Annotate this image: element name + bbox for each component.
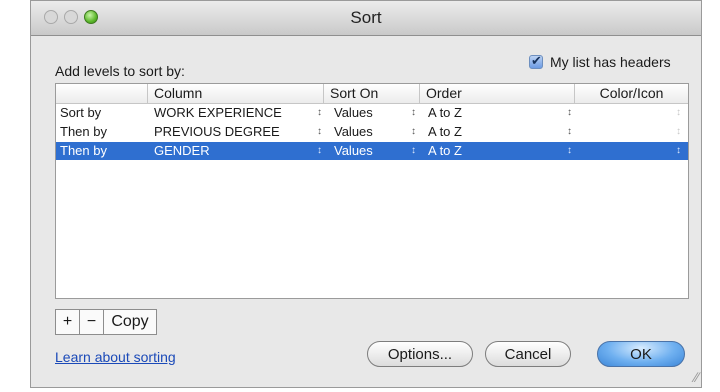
header-order: Order — [420, 84, 575, 103]
level-buttons: + − Copy — [55, 309, 157, 335]
sort-on-select[interactable]: Values — [334, 142, 373, 160]
headers-checkbox-label: My list has headers — [550, 54, 671, 70]
column-select[interactable]: WORK EXPERIENCE — [154, 104, 282, 122]
color-stepper-icon[interactable]: ↕ — [676, 123, 681, 141]
color-stepper-icon[interactable]: ↕ — [676, 142, 681, 160]
ok-button[interactable]: OK — [597, 341, 685, 367]
table-header: Column Sort On Order Color/Icon — [56, 84, 688, 104]
header-prefix — [56, 84, 148, 103]
row-prefix: Sort by — [60, 105, 102, 120]
cancel-button[interactable]: Cancel — [485, 341, 571, 367]
resize-grip-icon[interactable]: ∕∕ — [694, 369, 699, 385]
row-prefix: Then by — [60, 124, 107, 139]
learn-about-sorting-link[interactable]: Learn about sorting — [55, 349, 176, 365]
header-color-icon: Color/Icon — [599, 85, 664, 101]
headers-checkbox[interactable] — [529, 53, 543, 69]
remove-level-button[interactable]: − — [80, 310, 104, 334]
window-title: Sort — [350, 8, 382, 27]
table-row[interactable]: Sort by WORK EXPERIENCE ↕ Values ↕ A to … — [56, 104, 688, 122]
options-button[interactable]: Options... — [367, 341, 473, 367]
order-stepper-icon[interactable]: ↕ — [567, 123, 572, 141]
add-levels-label: Add levels to sort by: — [55, 63, 185, 79]
column-stepper-icon[interactable]: ↕ — [317, 123, 322, 141]
table-row-selected[interactable]: Then by GENDER ↕ Values ↕ A to Z ↕ ↕ — [56, 142, 688, 160]
column-stepper-icon[interactable]: ↕ — [317, 142, 322, 160]
order-stepper-icon[interactable]: ↕ — [567, 104, 572, 122]
sort-dialog: Sort Add levels to sort by: My list has … — [30, 0, 702, 388]
copy-level-button[interactable]: Copy — [104, 310, 156, 334]
sort-on-select[interactable]: Values — [334, 123, 373, 141]
column-select[interactable]: GENDER — [154, 142, 210, 160]
sort-on-stepper-icon[interactable]: ↕ — [411, 123, 416, 141]
order-select[interactable]: A to Z — [428, 142, 462, 160]
order-stepper-icon[interactable]: ↕ — [567, 142, 572, 160]
column-stepper-icon[interactable]: ↕ — [317, 104, 322, 122]
color-stepper-icon[interactable]: ↕ — [676, 104, 681, 122]
headers-checkbox-row[interactable]: My list has headers — [529, 53, 671, 70]
sort-levels-table: Column Sort On Order Color/Icon Sort by … — [55, 83, 689, 299]
row-prefix: Then by — [60, 143, 107, 158]
add-level-button[interactable]: + — [56, 310, 80, 334]
sort-on-stepper-icon[interactable]: ↕ — [411, 104, 416, 122]
sort-on-stepper-icon[interactable]: ↕ — [411, 142, 416, 160]
header-column: Column — [148, 84, 324, 103]
table-row[interactable]: Then by PREVIOUS DEGREE ↕ Values ↕ A to … — [56, 123, 688, 141]
order-select[interactable]: A to Z — [428, 104, 462, 122]
sort-on-select[interactable]: Values — [334, 104, 373, 122]
title-bar[interactable]: Sort — [31, 1, 701, 36]
order-select[interactable]: A to Z — [428, 123, 462, 141]
column-select[interactable]: PREVIOUS DEGREE — [154, 123, 280, 141]
header-sort-on: Sort On — [324, 84, 420, 103]
